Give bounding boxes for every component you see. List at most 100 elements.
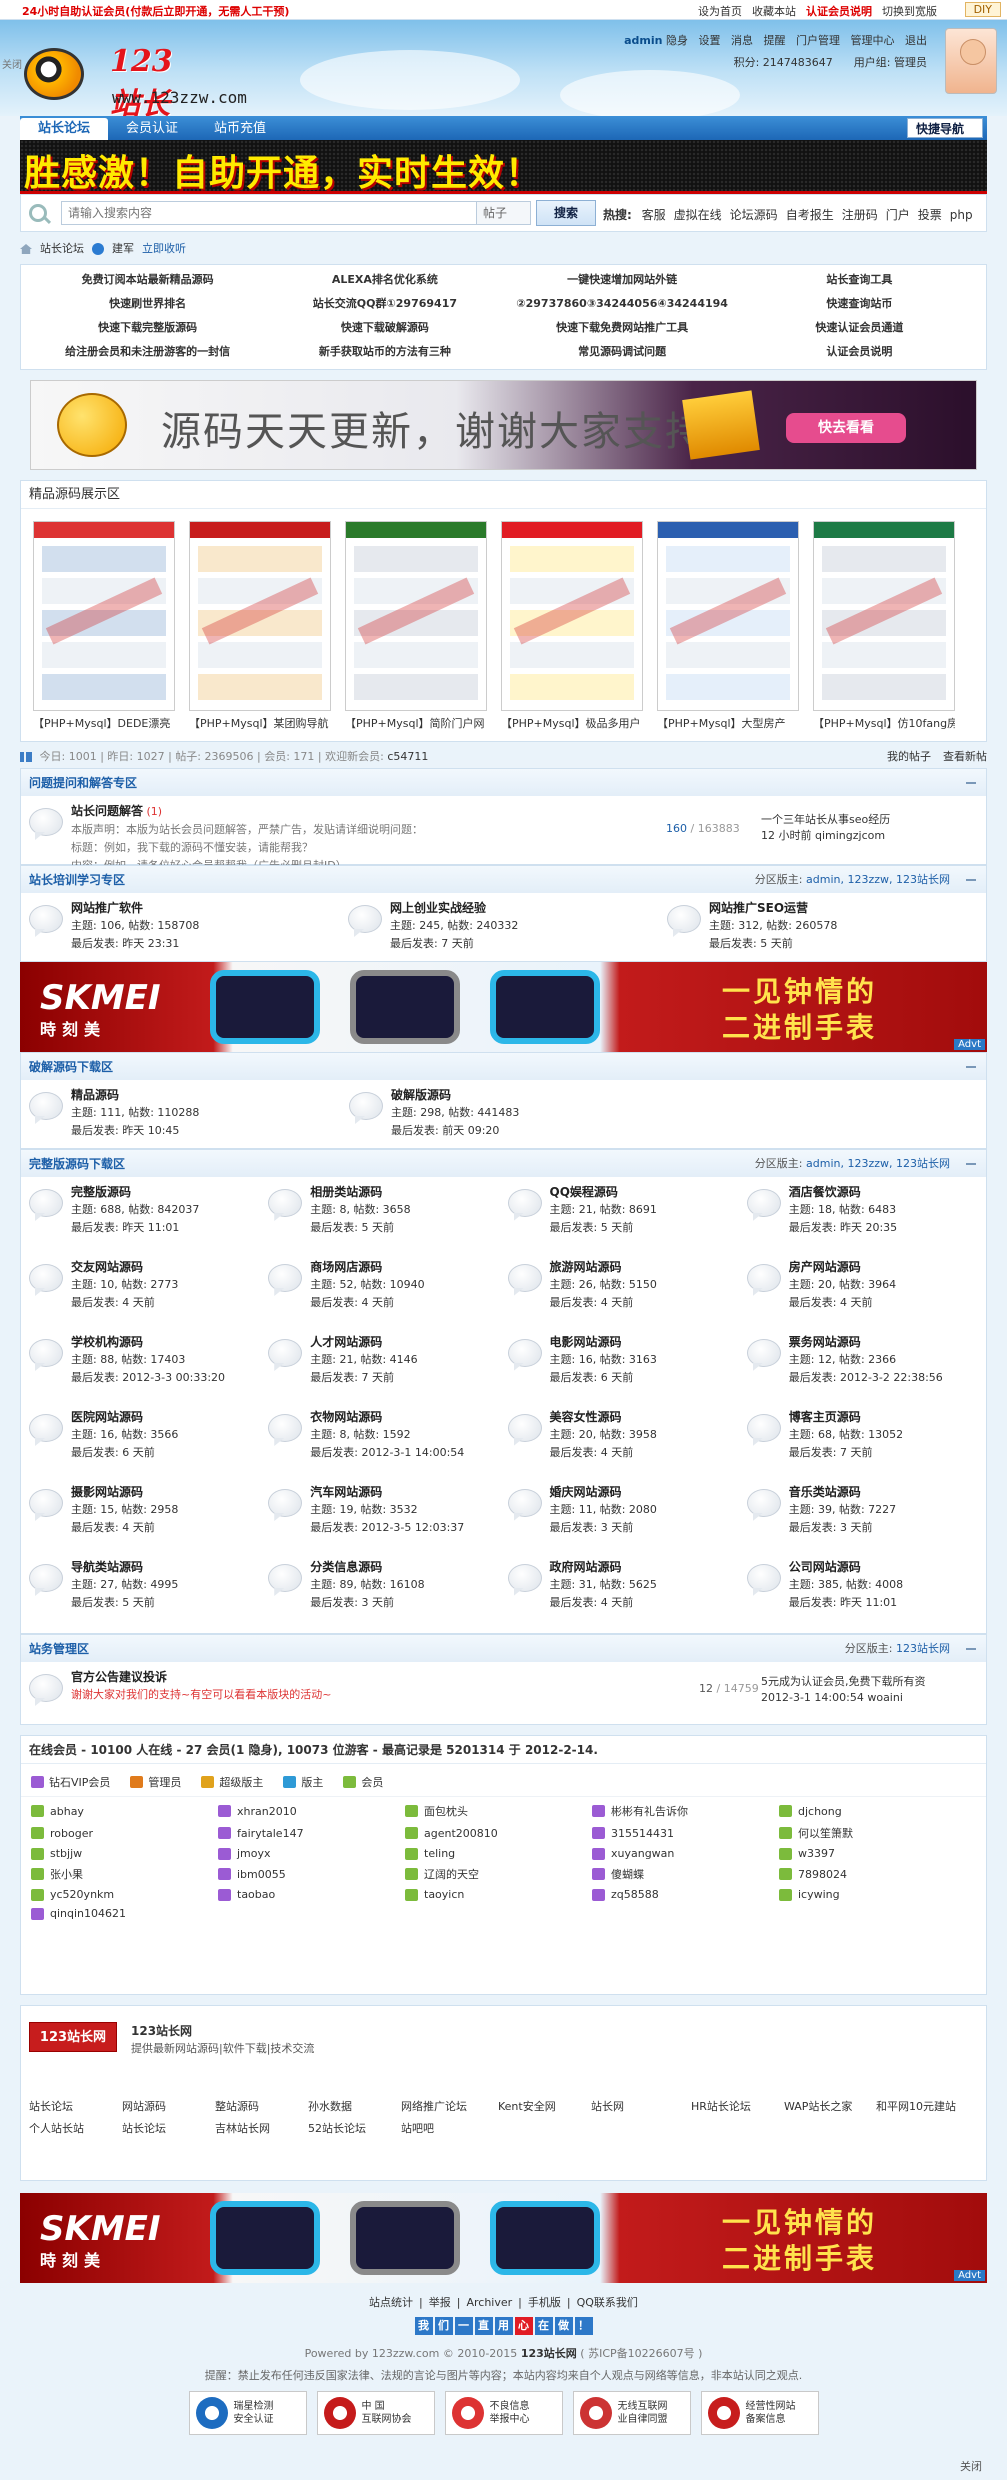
friend-link[interactable]: 站吧吧 [401, 2120, 498, 2136]
hot-item[interactable]: 客服 [642, 208, 666, 222]
online-user[interactable]: 张小果 [31, 1866, 218, 1882]
forum-item[interactable]: 完整版源码 主题: 688, 帖数: 842037 最后发表: 昨天 11:01 [29, 1183, 268, 1258]
user-name[interactable]: djchong [798, 1805, 842, 1818]
friend-link[interactable]: 52站长论坛 [308, 2120, 401, 2136]
cert-badge[interactable]: 经营性网站 备案信息 [700, 2391, 819, 2435]
online-title[interactable]: 在线会员 - 10100 人在线 - 27 会员(1 隐身), 10073 位游… [21, 1736, 986, 1764]
quick-link[interactable]: 快速刷世界排名 [29, 293, 266, 317]
forum-name[interactable]: 婚庆网站源码 [550, 1483, 657, 1501]
user-name[interactable]: 面包枕头 [424, 1803, 468, 1819]
thumbnail-image[interactable] [189, 521, 331, 711]
diy-button[interactable]: DIY [964, 2, 1001, 17]
search-scope-select[interactable]: 帖子 [476, 201, 531, 225]
user-name[interactable]: qinqin104621 [50, 1907, 126, 1920]
cert-badge[interactable]: 中 国互联网协会 [316, 2391, 435, 2435]
admin-center-link[interactable]: 管理中心 [851, 34, 895, 47]
forum-name[interactable]: 交友网站源码 [71, 1258, 178, 1276]
user-name[interactable]: 彬彬有礼告诉你 [611, 1803, 688, 1819]
collapse-icon[interactable] [966, 782, 976, 784]
quick-link[interactable]: 快速查询站币 [741, 293, 978, 317]
online-user[interactable]: stbjjw [31, 1847, 218, 1860]
online-user[interactable]: taobao [218, 1888, 405, 1901]
forum-item[interactable]: 票务网站源码 主题: 12, 帖数: 2366 最后发表: 2012-3-2 22:… [746, 1333, 986, 1408]
quick-link[interactable]: 站长查询工具 [741, 269, 978, 293]
group-label[interactable]: 用户组: 管理员 [854, 56, 927, 69]
forum-item[interactable]: 电影网站源码 主题: 16, 帖数: 3163 最后发表: 6 天前 [507, 1333, 747, 1408]
forum-item[interactable]: 精品源码 主题: 111, 帖数: 110288 最后发表: 昨天 10:45 [29, 1086, 349, 1148]
icp-link[interactable]: ( 苏ICP备10226607号 ) [580, 2347, 702, 2360]
online-user[interactable]: icywing [779, 1888, 966, 1901]
ad-banner[interactable]: 源码天天更新，谢谢大家支持 快去看看 [30, 380, 977, 470]
hot-item[interactable]: 门户 [886, 208, 910, 222]
user-name[interactable]: agent200810 [424, 1827, 498, 1840]
forum-name[interactable]: 商场网店源码 [310, 1258, 424, 1276]
online-user[interactable]: 7898024 [779, 1866, 966, 1882]
breadcrumb-forum[interactable]: 站长论坛 [40, 238, 84, 260]
showcase-caption[interactable]: 【PHP+Mysql】DEDE漂亮 [33, 711, 175, 731]
forum-item[interactable]: 网站推广软件 主题: 106, 帖数: 158708 最后发表: 昨天 23:31 [29, 899, 348, 961]
close-link[interactable]: 关闭 [960, 2458, 982, 2474]
user-name[interactable]: 何以笙箫默 [798, 1825, 853, 1841]
forum-name[interactable]: 公司网站源码 [789, 1558, 903, 1576]
forum-name[interactable]: 网上创业实战经验 [390, 899, 518, 917]
friend-link[interactable]: 整站源码 [215, 2098, 308, 2114]
friend-link[interactable]: 个人站长站 [29, 2120, 122, 2136]
collapse-icon[interactable] [966, 1648, 976, 1650]
user-name[interactable]: 315514431 [611, 1827, 674, 1840]
member-info-link[interactable]: 认证会员说明 [806, 3, 872, 19]
forum-item[interactable]: 婚庆网站源码 主题: 11, 帖数: 2080 最后发表: 3 天前 [507, 1483, 747, 1558]
forum-item[interactable]: 摄影网站源码 主题: 15, 帖数: 2958 最后发表: 4 天前 [29, 1483, 268, 1558]
section-title[interactable]: 站长培训学习专区 分区版主: admin, 123zzw, 123站长网 [21, 865, 986, 893]
thumbnail-image[interactable] [501, 521, 643, 711]
quick-link[interactable]: 快速下载破解源码 [266, 317, 503, 341]
user-name[interactable]: xhran2010 [237, 1805, 297, 1818]
user-name[interactable]: roboger [50, 1827, 93, 1840]
thumbnail-image[interactable] [33, 521, 175, 711]
quick-link[interactable]: 一键快速增加网站外链 [504, 269, 741, 293]
friend-link[interactable]: 网络推广论坛 [401, 2098, 498, 2114]
friend-link[interactable]: 站长论坛 [29, 2098, 122, 2114]
last-post-user[interactable]: woaini [867, 1691, 903, 1704]
quick-link[interactable]: 新手获取站币的方法有三种 [266, 341, 503, 365]
user-name[interactable]: stbjjw [50, 1847, 82, 1860]
user-name[interactable]: taoyicn [424, 1888, 464, 1901]
footer-link[interactable]: 手机版 [528, 2296, 561, 2309]
forum-name[interactable]: 汽车网站源码 [310, 1483, 464, 1501]
set-homepage-link[interactable]: 设为首页 [698, 3, 742, 19]
user-name[interactable]: 傻蝴蝶 [611, 1866, 644, 1882]
forum-item[interactable]: 网上创业实战经验 主题: 245, 帖数: 240332 最后发表: 7 天前 [348, 899, 667, 961]
collapse-icon[interactable] [966, 879, 976, 881]
user-name[interactable]: abhay [50, 1805, 84, 1818]
cert-badge[interactable]: 不良信息 举报中心 [444, 2391, 563, 2435]
last-post-user[interactable]: qimingzjcom [815, 829, 885, 842]
forum-name[interactable]: 旅游网站源码 [550, 1258, 657, 1276]
forum-item[interactable]: 医院网站源码 主题: 16, 帖数: 3566 最后发表: 6 天前 [29, 1408, 268, 1483]
quick-link[interactable]: 快速下载免费网站推广工具 [504, 317, 741, 341]
forum-name[interactable]: 酒店餐饮源码 [789, 1183, 897, 1201]
hot-item[interactable]: 注册码 [842, 208, 878, 222]
online-user[interactable]: zq58588 [592, 1888, 779, 1901]
forum-item[interactable]: 旅游网站源码 主题: 26, 帖数: 5150 最后发表: 4 天前 [507, 1258, 747, 1333]
friend-link[interactable]: HR站长论坛 [691, 2098, 784, 2114]
forum-item[interactable]: 学校机构源码 主题: 88, 帖数: 17403 最后发表: 2012-3-3 00… [29, 1333, 268, 1408]
online-user[interactable]: djchong [779, 1803, 966, 1819]
quick-link[interactable]: 常见源码调试问题 [504, 341, 741, 365]
user-name[interactable]: 辽阔的天空 [424, 1866, 479, 1882]
last-post-title[interactable]: 一个三年站长从事seo经历 [761, 812, 890, 828]
moderators[interactable]: admin, 123zzw, 123站长网 [806, 1157, 950, 1170]
friend-link[interactable]: 网站源码 [122, 2098, 215, 2114]
quick-link[interactable]: 快速下载完整版源码 [29, 317, 266, 341]
footer-link[interactable]: 举报 [429, 2296, 451, 2309]
new-posts-link[interactable]: 查看新帖 [943, 750, 987, 763]
footer-link[interactable]: 站点统计 [369, 2296, 413, 2309]
my-posts-link[interactable]: 我的帖子 [887, 750, 931, 763]
forum-name[interactable]: 完整版源码 [71, 1183, 199, 1201]
friend-name[interactable]: 123站长网 [131, 2022, 192, 2039]
user-name[interactable]: fairytale147 [237, 1827, 304, 1840]
quick-link[interactable]: ALEXA排名优化系统 [266, 269, 503, 293]
online-user[interactable]: 辽阔的天空 [405, 1866, 592, 1882]
user-name[interactable]: 张小果 [50, 1866, 83, 1882]
skmei-ad[interactable]: SKMEI 時刻美 一见钟情的 二进制手表 Advt [20, 962, 987, 1052]
site-logo[interactable]: 123站长网 www.123zzw.com [20, 38, 247, 116]
user-name[interactable]: icywing [798, 1888, 840, 1901]
